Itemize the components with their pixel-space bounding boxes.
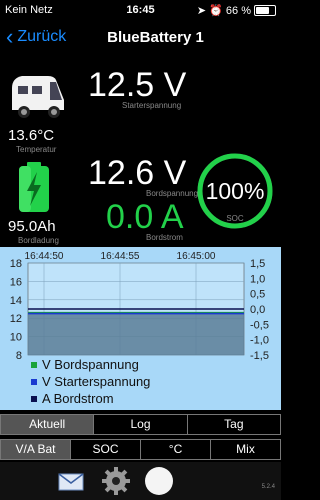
chart-panel: 18 16 14 12 10 8 1,5 1,0 0,5 0,0 -0,5 -1,0 -1,5 16:44…	[0, 247, 281, 410]
soc-label: SOC	[226, 214, 244, 223]
location-icon: ➤	[196, 5, 207, 17]
legend-label-1: V Starterspannung	[42, 374, 150, 389]
legend-swatch-0	[31, 362, 37, 368]
battery-percent: 66 %	[225, 5, 251, 17]
y-right-tick-label: 0,0	[250, 304, 265, 316]
y-right-tick-label: 0,5	[250, 289, 265, 301]
chart-tabs: V/A Bat SOC °C Mix	[0, 439, 281, 460]
tab-mix[interactable]: Mix	[211, 440, 280, 459]
area-bordspannung	[28, 312, 244, 355]
mail-icon[interactable]	[58, 472, 84, 492]
x-tick-label: 16:44:50	[25, 251, 64, 262]
y-left-tick-label: 12	[10, 313, 22, 325]
tab-aktuell[interactable]: Aktuell	[1, 415, 95, 434]
status-bar: Kein Netz 16:45 ➤ ⏰ 66 %	[0, 0, 281, 20]
capacity-label: Bordladung	[18, 236, 59, 245]
voltage-current-chart: 18 16 14 12 10 8 1,5 1,0 0,5 0,0 -0,5 -1,0 -1,5 16:44…	[10, 251, 269, 406]
back-button[interactable]: ‹ Zurück	[6, 24, 67, 49]
nav-bar: BlueBattery 1 ‹ Zurück	[0, 22, 281, 54]
y-right-tick-label: 1,5	[250, 258, 265, 270]
y-right-tick-label: -1,0	[250, 335, 269, 347]
y-left-tick-label: 16	[10, 276, 22, 288]
board-voltage: 12.6 V	[88, 154, 187, 192]
capacity-value: 95.0Ah	[8, 218, 56, 235]
tab-va-bat[interactable]: V/A Bat	[1, 440, 71, 459]
tab-log[interactable]: Log	[94, 415, 188, 434]
temperature-label: Temperatur	[16, 145, 57, 154]
temperature-value: 13.6°C	[8, 127, 55, 144]
alarm-icon: ⏰	[209, 5, 223, 17]
legend-label-0: V Bordspannung	[42, 357, 139, 372]
camper-van-icon	[12, 76, 64, 118]
legend-label-2: A Bordstrom	[42, 391, 114, 406]
record-button[interactable]	[144, 466, 174, 496]
board-voltage-label: Bordspannung	[146, 189, 199, 198]
y-left-tick-label: 8	[16, 350, 22, 362]
status-right: ➤ ⏰ 66 %	[197, 4, 251, 17]
gear-icon[interactable]	[101, 466, 131, 496]
soc-value: 100%	[205, 178, 265, 204]
chevron-left-icon: ‹	[6, 24, 14, 49]
y-left-tick-label: 18	[10, 258, 22, 270]
y-left-tick-label: 10	[10, 332, 22, 344]
tab-soc[interactable]: SOC	[71, 440, 141, 459]
tab-tag[interactable]: Tag	[188, 415, 280, 434]
board-current: 0.0 A	[106, 198, 184, 236]
starter-voltage: 12.5 V	[88, 66, 187, 104]
board-current-label: Bordstrom	[146, 233, 183, 242]
battery-charging-icon	[19, 162, 49, 212]
bottom-toolbar: 5.2.4	[0, 462, 281, 500]
tab-temperature[interactable]: °C	[141, 440, 211, 459]
legend-swatch-1	[31, 379, 37, 385]
starter-voltage-label: Starterspannung	[122, 101, 182, 110]
back-label: Zurück	[17, 28, 67, 45]
x-tick-label: 16:45:00	[177, 251, 216, 262]
legend-swatch-2	[31, 396, 37, 402]
x-tick-label: 16:44:55	[101, 251, 140, 262]
battery-icon	[254, 5, 276, 16]
y-right-tick-label: -1,5	[250, 350, 269, 362]
version-label: 5.2.4	[261, 484, 275, 490]
y-right-tick-label: -0,5	[250, 319, 269, 331]
view-tabs: Aktuell Log Tag	[0, 414, 281, 435]
y-right-tick-label: 1,0	[250, 273, 265, 285]
y-left-tick-label: 14	[10, 295, 22, 307]
